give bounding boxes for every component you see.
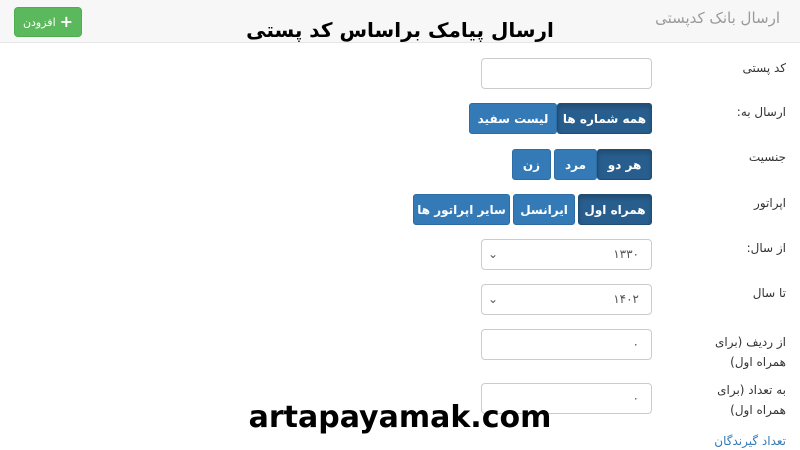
operator-label: اپراتور [754,196,786,210]
to-year-value: ۱۴۰۲ [613,292,639,306]
postal-code-input[interactable] [481,58,652,89]
operator-other-button[interactable]: سایر اپراتور ها [413,194,510,225]
gender-label: جنسیت [748,150,786,164]
to-year-select[interactable]: ۱۴۰۲ ⌄ [481,284,652,315]
from-year-value: ۱۳۳۰ [613,247,639,261]
from-row-input[interactable]: ۰ [481,329,652,360]
send-to-all-numbers-button[interactable]: همه شماره ها [557,103,652,134]
from-year-select[interactable]: ۱۳۳۰ ⌄ [481,239,652,270]
recipients-count-link[interactable]: تعداد گیرندگان [714,434,786,448]
from-row-label: از ردیف (برای همراه اول) [714,335,786,369]
postal-code-label: کد پستی [742,61,787,75]
gender-male-button[interactable]: مرد [554,149,597,180]
send-to-whitelist-button[interactable]: لیست سفید [469,103,557,134]
chevron-down-icon: ⌄ [488,292,499,306]
chevron-down-icon: ⌄ [488,247,499,261]
from-year-label: از سال: [746,241,786,255]
gender-both-button[interactable]: هر دو [597,149,652,180]
operator-irancell-button[interactable]: ایرانسل [513,194,575,225]
watermark: artapayamak.com [248,400,552,435]
gender-female-button[interactable]: زن [512,149,551,180]
operator-mci-button[interactable]: همراه اول [578,194,652,225]
overlay-title: ارسال پیامک براساس کد پستی [246,18,554,42]
send-to-label: ارسال به: [736,105,786,119]
to-year-label: تا سال [752,286,786,300]
